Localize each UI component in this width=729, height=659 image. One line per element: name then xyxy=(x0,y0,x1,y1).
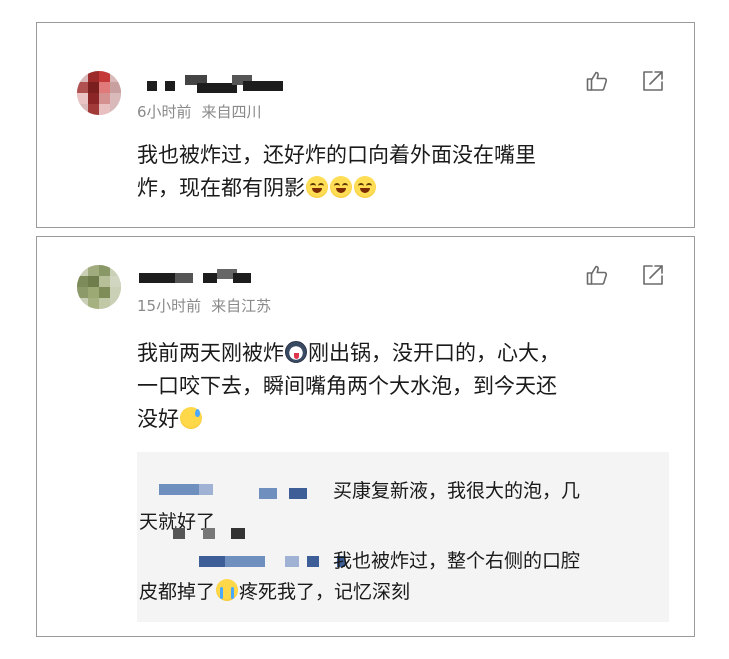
reply-text-segment: 疼死我了，记忆深刻 xyxy=(239,581,411,603)
comment-text-segment: 刚出锅，没开口的，心大， xyxy=(308,341,560,365)
reply-thread: 买康复新液，我很大的泡，几 天就好了 我也被炸过，整个右侧的口腔 皮都掉了 疼死我… xyxy=(137,452,669,622)
reply-text-segment: 皮都掉了 xyxy=(139,581,216,603)
comment-card: 6小时前 来自四川 我也被炸过，还好炸的口向着外面没在嘴里 炸，现在都有阴影 xyxy=(36,22,695,228)
share-icon[interactable] xyxy=(641,69,665,93)
comment-location: 来自江苏 xyxy=(211,297,272,315)
comment-text-segment: 炸，现在都有阴影 xyxy=(137,176,305,200)
avatar[interactable] xyxy=(77,71,121,115)
comment-card: 15小时前 来自江苏 我前两天刚被炸 刚出锅，没开口的，心大， 一口咬下去，瞬间嘴角… xyxy=(36,236,695,637)
comment-location: 来自四川 xyxy=(201,103,262,121)
laughing-crying-emoji-icon xyxy=(306,176,328,198)
comment-text-line: 我前两天刚被炸 刚出锅，没开口的，心大， xyxy=(137,337,657,370)
comment-text-line: 炸，现在都有阴影 xyxy=(137,172,657,205)
avatar[interactable] xyxy=(77,265,121,309)
comment-text-line: 一口咬下去，瞬间嘴角两个大水泡，到今天还 xyxy=(137,374,557,398)
thumbs-up-icon[interactable] xyxy=(585,69,609,93)
comment-text: 我也被炸过，还好炸的口向着外面没在嘴里 炸，现在都有阴影 xyxy=(137,139,657,205)
comment-text-segment: 我前两天刚被炸 xyxy=(137,341,284,365)
comment-time: 15小时前 xyxy=(137,297,202,315)
laughing-crying-emoji-icon xyxy=(354,176,376,198)
comment-text-segment: 没好 xyxy=(137,407,179,431)
crying-emoji-icon xyxy=(216,579,239,601)
husky-emoji-icon xyxy=(285,341,307,363)
comment-text: 我前两天刚被炸 刚出锅，没开口的，心大， 一口咬下去，瞬间嘴角两个大水泡，到今天还… xyxy=(137,337,657,436)
comment-text-line: 没好 xyxy=(137,403,657,436)
comment-meta: 15小时前 来自江苏 xyxy=(137,295,271,316)
cold-sweat-emoji-icon xyxy=(180,407,202,429)
comment-text-line: 我也被炸过，还好炸的口向着外面没在嘴里 xyxy=(137,143,536,167)
comment-time: 6小时前 xyxy=(137,103,192,121)
reply-text: 皮都掉了 疼死我了，记忆深刻 xyxy=(139,577,410,608)
reply-text: 买康复新液，我很大的泡，几 xyxy=(333,480,581,502)
share-icon[interactable] xyxy=(641,263,665,287)
thumbs-up-icon[interactable] xyxy=(585,263,609,287)
comment-meta: 6小时前 来自四川 xyxy=(137,101,262,122)
reply-text: 我也被炸过，整个右侧的口腔 xyxy=(333,550,581,572)
laughing-crying-emoji-icon xyxy=(330,176,352,198)
